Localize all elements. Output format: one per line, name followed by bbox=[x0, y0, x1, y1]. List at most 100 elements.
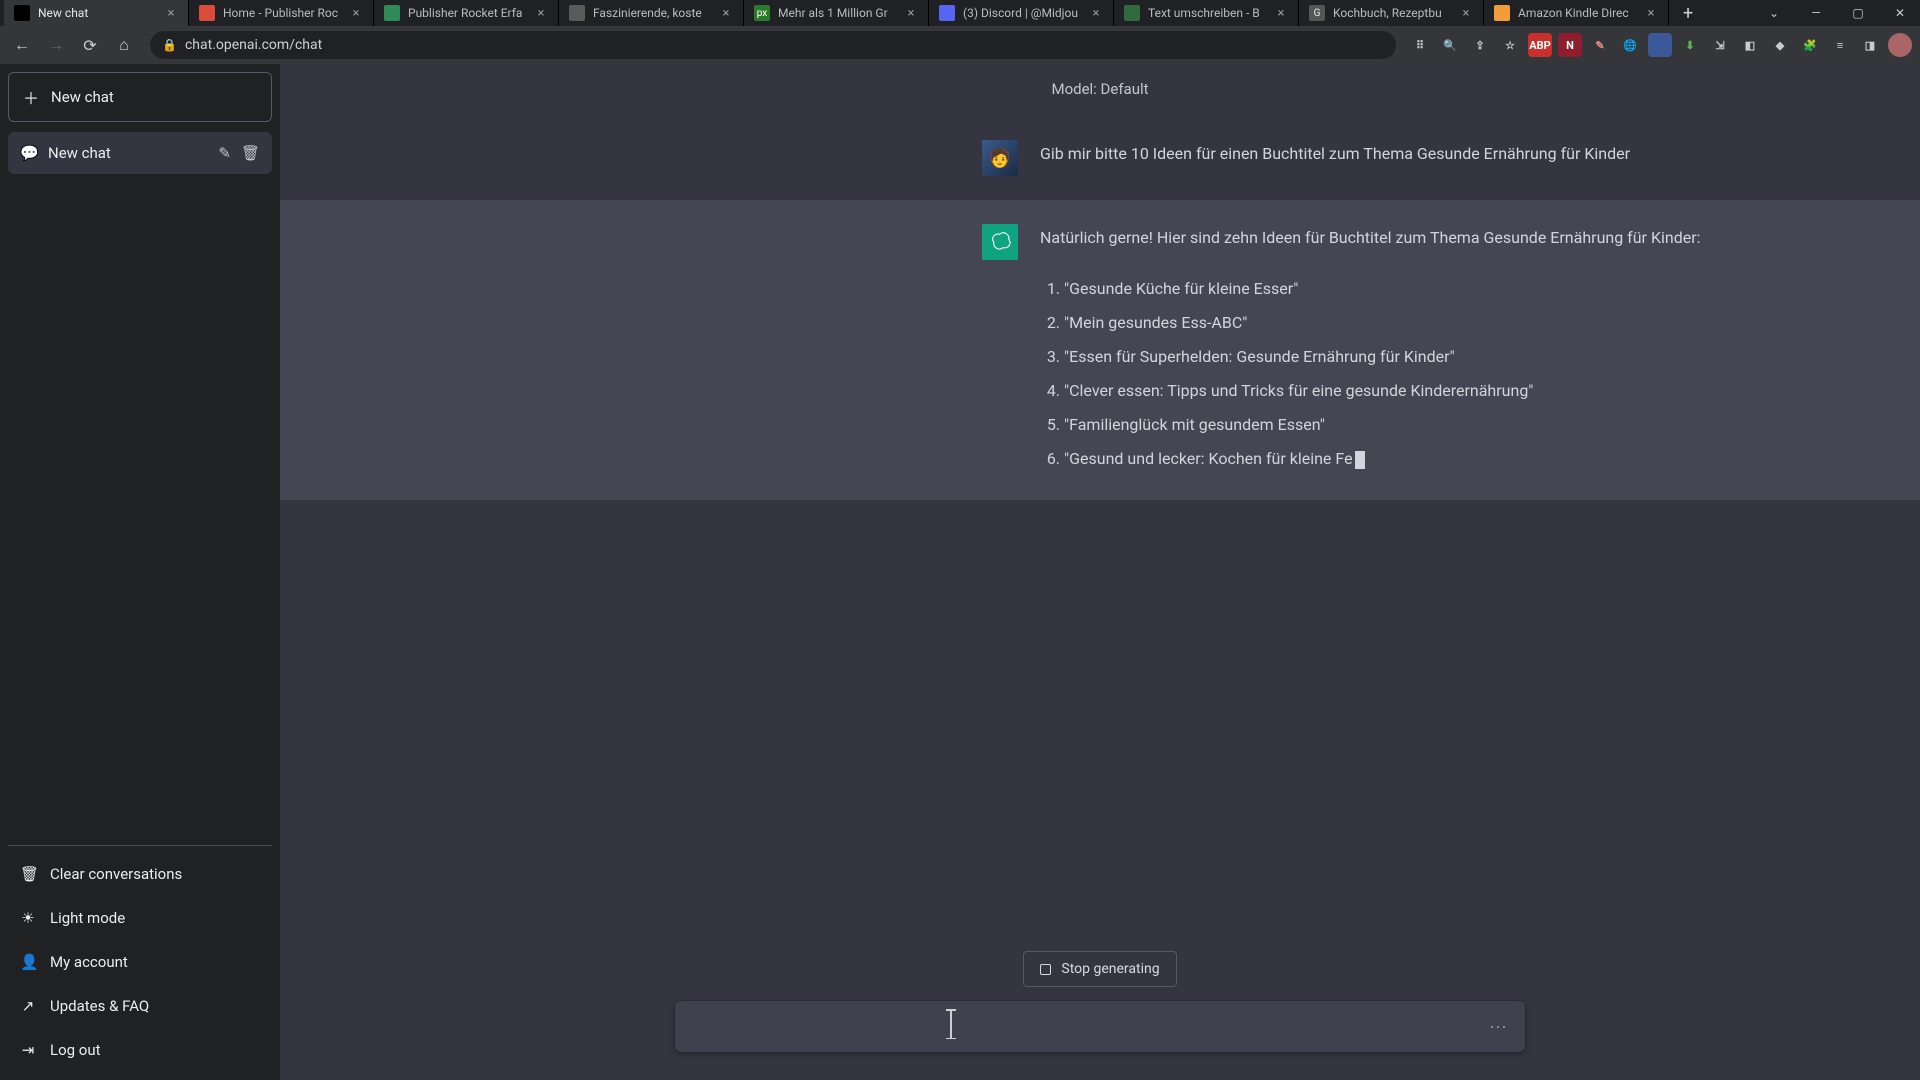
favicon-icon: px bbox=[754, 5, 770, 21]
new-tab-button[interactable]: + bbox=[1675, 3, 1701, 24]
list-item: "Clever essen: Tipps und Tricks für eine… bbox=[1064, 374, 1701, 408]
browser-tab[interactable]: Home - Publisher Roc × bbox=[189, 0, 374, 26]
close-icon[interactable]: × bbox=[534, 6, 548, 20]
model-label: Model: Default bbox=[280, 64, 1920, 116]
side-link-label: Log out bbox=[50, 1041, 101, 1059]
reading-list-icon[interactable]: ≡ bbox=[1828, 33, 1852, 57]
extension-icon[interactable]: N bbox=[1558, 33, 1582, 57]
extension-icon[interactable] bbox=[1648, 33, 1672, 57]
browser-tab[interactable]: Text umschreiben - B × bbox=[1114, 0, 1299, 26]
tab-title: Mehr als 1 Million Gr bbox=[778, 6, 896, 20]
window-minimize-button[interactable]: — bbox=[1796, 0, 1836, 26]
list-item: "Mein gesundes Ess-ABC" bbox=[1064, 306, 1701, 340]
extension-icon[interactable]: ⇲ bbox=[1708, 33, 1732, 57]
extension-icon[interactable]: ◧ bbox=[1738, 33, 1762, 57]
translate-icon[interactable]: ⠿ bbox=[1408, 33, 1432, 57]
assistant-message: Natürlich gerne! Hier sind zehn Ideen fü… bbox=[280, 200, 1920, 500]
home-button[interactable]: ⌂ bbox=[110, 31, 138, 59]
browser-tab[interactable]: px Mehr als 1 Million Gr × bbox=[744, 0, 929, 26]
conversation-item[interactable]: 💬 New chat ✎ 🗑 bbox=[8, 132, 272, 174]
browser-tab[interactable]: Amazon Kindle Direc × bbox=[1484, 0, 1669, 26]
message-input[interactable] bbox=[693, 1017, 1475, 1036]
main-content: Model: Default 🧑 Gib mir bitte 10 Ideen … bbox=[280, 64, 1920, 1080]
new-chat-button[interactable]: ＋ New chat bbox=[8, 72, 272, 122]
user-icon: 👤 bbox=[20, 953, 36, 971]
list-item: "Gesunde Küche für kleine Esser" bbox=[1064, 272, 1701, 306]
tab-title: New chat bbox=[38, 6, 156, 20]
favicon-icon bbox=[1124, 5, 1140, 21]
message-input-container[interactable]: ⋯ bbox=[675, 1001, 1525, 1052]
assistant-avatar-icon bbox=[982, 224, 1018, 260]
browser-tab-strip: New chat × Home - Publisher Roc × Publis… bbox=[0, 0, 1920, 26]
back-button[interactable]: ← bbox=[8, 31, 36, 59]
browser-tab[interactable]: Faszinierende, koste × bbox=[559, 0, 744, 26]
tab-title: Amazon Kindle Direc bbox=[1518, 6, 1636, 20]
my-account-button[interactable]: 👤 My account bbox=[8, 940, 272, 984]
browser-tab-active[interactable]: New chat × bbox=[4, 0, 189, 26]
updates-faq-button[interactable]: ↗ Updates & FAQ bbox=[8, 984, 272, 1028]
extension-icon[interactable]: 🌐 bbox=[1618, 33, 1642, 57]
close-icon[interactable]: × bbox=[1644, 6, 1658, 20]
light-mode-button[interactable]: ☀ Light mode bbox=[8, 896, 272, 940]
logout-button[interactable]: ⇥ Log out bbox=[8, 1028, 272, 1072]
close-icon[interactable]: × bbox=[349, 6, 363, 20]
close-icon[interactable]: × bbox=[1459, 6, 1473, 20]
window-maximize-button[interactable]: ▢ bbox=[1838, 0, 1878, 26]
url-text: chat.openai.com/chat bbox=[185, 37, 322, 53]
trash-icon[interactable]: 🗑 bbox=[241, 144, 260, 162]
address-bar[interactable]: 🔒 chat.openai.com/chat bbox=[150, 31, 1396, 59]
plus-icon: ＋ bbox=[23, 85, 39, 109]
user-message: 🧑 Gib mir bitte 10 Ideen für einen Bucht… bbox=[280, 116, 1920, 200]
side-link-label: My account bbox=[50, 953, 128, 971]
user-avatar: 🧑 bbox=[982, 140, 1018, 176]
extension-icon[interactable]: ◆ bbox=[1768, 33, 1792, 57]
edit-icon[interactable]: ✎ bbox=[218, 144, 231, 162]
tab-title: Text umschreiben - B bbox=[1148, 6, 1266, 20]
new-chat-label: New chat bbox=[51, 88, 114, 106]
chevron-down-icon[interactable]: ⌄ bbox=[1754, 0, 1794, 26]
send-loading-icon: ⋯ bbox=[1489, 1017, 1509, 1038]
browser-tab[interactable]: G Kochbuch, Rezeptbu × bbox=[1299, 0, 1484, 26]
close-icon[interactable]: × bbox=[1089, 6, 1103, 20]
assistant-list: "Gesunde Küche für kleine Esser" "Mein g… bbox=[1040, 272, 1701, 476]
clear-conversations-button[interactable]: 🗑 Clear conversations bbox=[8, 852, 272, 896]
favicon-icon bbox=[1494, 5, 1510, 21]
conversation-title: New chat bbox=[48, 144, 111, 162]
reload-button[interactable]: ⟳ bbox=[76, 31, 104, 59]
favicon-icon bbox=[384, 5, 400, 21]
extensions-menu-icon[interactable]: 🧩 bbox=[1798, 33, 1822, 57]
tab-title: (3) Discord | @Midjou bbox=[963, 6, 1081, 20]
side-link-label: Updates & FAQ bbox=[50, 997, 149, 1015]
extension-icon[interactable]: ⬇ bbox=[1678, 33, 1702, 57]
profile-avatar[interactable] bbox=[1888, 33, 1912, 57]
side-panel-icon[interactable]: ◨ bbox=[1858, 33, 1882, 57]
list-item: "Essen für Superhelden: Gesunde Ernährun… bbox=[1064, 340, 1701, 374]
browser-tab[interactable]: Publisher Rocket Erfa × bbox=[374, 0, 559, 26]
tab-title: Faszinierende, koste bbox=[593, 6, 711, 20]
close-icon[interactable]: × bbox=[1274, 6, 1288, 20]
bookmark-icon[interactable]: ☆ bbox=[1498, 33, 1522, 57]
assistant-intro-text: Natürlich gerne! Hier sind zehn Ideen fü… bbox=[1040, 224, 1701, 252]
extension-icon[interactable]: ✎ bbox=[1588, 33, 1612, 57]
close-icon[interactable]: × bbox=[164, 6, 178, 20]
share-icon[interactable]: ⇪ bbox=[1468, 33, 1492, 57]
side-link-label: Light mode bbox=[50, 909, 125, 927]
favicon-icon: G bbox=[1309, 5, 1325, 21]
browser-tab[interactable]: (3) Discord | @Midjou × bbox=[929, 0, 1114, 26]
stop-label: Stop generating bbox=[1061, 961, 1159, 977]
close-icon[interactable]: × bbox=[904, 6, 918, 20]
extension-icon[interactable]: ABP bbox=[1528, 33, 1552, 57]
tab-title: Publisher Rocket Erfa bbox=[408, 6, 526, 20]
stop-generating-button[interactable]: Stop generating bbox=[1023, 951, 1176, 987]
zoom-icon[interactable]: 🔍 bbox=[1438, 33, 1462, 57]
forward-button[interactable]: → bbox=[42, 31, 70, 59]
sun-icon: ☀ bbox=[20, 909, 36, 927]
favicon-icon bbox=[569, 5, 585, 21]
tab-title: Kochbuch, Rezeptbu bbox=[1333, 6, 1451, 20]
favicon-icon bbox=[199, 5, 215, 21]
window-close-button[interactable]: ✕ bbox=[1880, 0, 1920, 26]
logout-icon: ⇥ bbox=[20, 1041, 36, 1059]
chat-icon: 💬 bbox=[20, 144, 36, 162]
close-icon[interactable]: × bbox=[719, 6, 733, 20]
typing-cursor-icon bbox=[1355, 451, 1365, 469]
